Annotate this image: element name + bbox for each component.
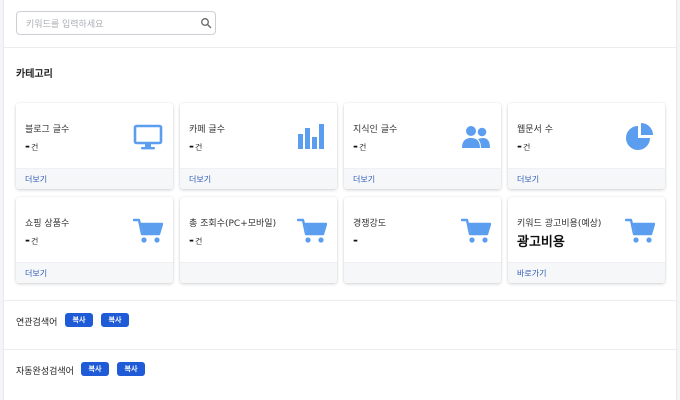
card-shopping-count: 쇼핑 상품수 -건 더보기 (16, 197, 173, 283)
section-title-category: 카테고리 (16, 69, 53, 80)
card-value-number: - (25, 139, 30, 153)
card-webdoc-count: 웹문서 수 -건 더보기 (508, 103, 665, 189)
card-value-number: 광고비용 (517, 235, 565, 250)
card-label: 총 조회수(PC+모바일) (189, 219, 277, 229)
bar-chart-icon (298, 124, 324, 149)
pie-chart-icon (626, 123, 653, 150)
copy-button[interactable]: 복사 (117, 362, 145, 376)
card-label: 카페 글수 (189, 125, 225, 135)
card-footer (180, 262, 337, 283)
search-box[interactable] (16, 11, 216, 36)
autocomplete-keywords-row: 자동완성검색어 복사 복사 (4, 350, 676, 399)
card-value: -건 (189, 139, 202, 153)
card-footer: 더보기 (344, 168, 501, 189)
search-input[interactable] (17, 14, 189, 36)
autocomplete-keywords-label: 자동완성검색어 (16, 367, 74, 377)
card-value-unit: 건 (30, 237, 39, 246)
card-value: -건 (25, 233, 38, 247)
users-icon (462, 126, 490, 148)
card-value-number: - (353, 139, 358, 153)
card-value-number: - (25, 233, 30, 247)
related-keywords-label: 연관검색어 (16, 318, 58, 328)
more-link[interactable]: 더보기 (517, 174, 539, 185)
search-section (4, 0, 676, 48)
page-container: 카테고리 블로그 글수 -건 더보기 카페 글수 -건 (3, 0, 677, 400)
card-ad-cost: 키워드 광고비용(예상) 광고비용 바로가기 (508, 197, 665, 283)
card-label: 블로그 글수 (25, 125, 70, 135)
card-value-number: - (189, 233, 194, 247)
copy-button[interactable]: 복사 (81, 362, 109, 376)
card-value-number: - (517, 139, 522, 153)
more-link[interactable]: 더보기 (353, 174, 375, 185)
more-link[interactable]: 더보기 (25, 268, 47, 279)
card-value-unit: 건 (194, 237, 203, 246)
card-value: -건 (517, 139, 530, 153)
card-blog-count: 블로그 글수 -건 더보기 (16, 103, 173, 189)
card-label: 쇼핑 상품수 (25, 219, 70, 229)
card-value-unit: 건 (522, 143, 531, 152)
card-value-unit: 건 (194, 143, 203, 152)
card-footer: 더보기 (180, 168, 337, 189)
card-value: - (353, 233, 358, 247)
related-keywords-row: 연관검색어 복사 복사 (4, 301, 676, 350)
card-total-views: 총 조회수(PC+모바일) -건 (180, 197, 337, 283)
card-footer: 바로가기 (508, 262, 665, 283)
card-value-number: - (353, 233, 358, 247)
card-value: -건 (189, 233, 202, 247)
card-footer: 더보기 (508, 168, 665, 189)
cart-icon (461, 218, 491, 243)
more-link[interactable]: 더보기 (189, 174, 211, 185)
go-link[interactable]: 바로가기 (517, 268, 546, 279)
card-value: -건 (25, 139, 38, 153)
card-label: 경쟁강도 (353, 219, 387, 229)
cart-icon (297, 218, 327, 243)
monitor-icon (133, 124, 163, 150)
search-icon[interactable] (200, 17, 212, 29)
copy-button[interactable]: 복사 (101, 313, 129, 327)
card-footer: 더보기 (16, 168, 173, 189)
card-cafe-count: 카페 글수 -건 더보기 (180, 103, 337, 189)
card-value-number: - (189, 139, 194, 153)
card-value-unit: 건 (30, 143, 39, 152)
card-label: 지식인 글수 (353, 125, 398, 135)
card-value-unit: 건 (358, 143, 367, 152)
card-footer: 더보기 (16, 262, 173, 283)
cart-icon (625, 218, 655, 243)
copy-button[interactable]: 복사 (65, 313, 93, 327)
card-competition: 경쟁강도 - (344, 197, 501, 283)
card-label: 웹문서 수 (517, 125, 553, 135)
card-value: -건 (353, 139, 366, 153)
category-section: 카테고리 블로그 글수 -건 더보기 카페 글수 -건 더보기 지식인 글수 -… (4, 48, 676, 301)
cart-icon (133, 218, 163, 243)
card-value: 광고비용 (517, 231, 565, 250)
card-label: 키워드 광고비용(예상) (517, 219, 602, 229)
card-kin-count: 지식인 글수 -건 더보기 (344, 103, 501, 189)
card-footer (344, 262, 501, 283)
more-link[interactable]: 더보기 (25, 174, 47, 185)
